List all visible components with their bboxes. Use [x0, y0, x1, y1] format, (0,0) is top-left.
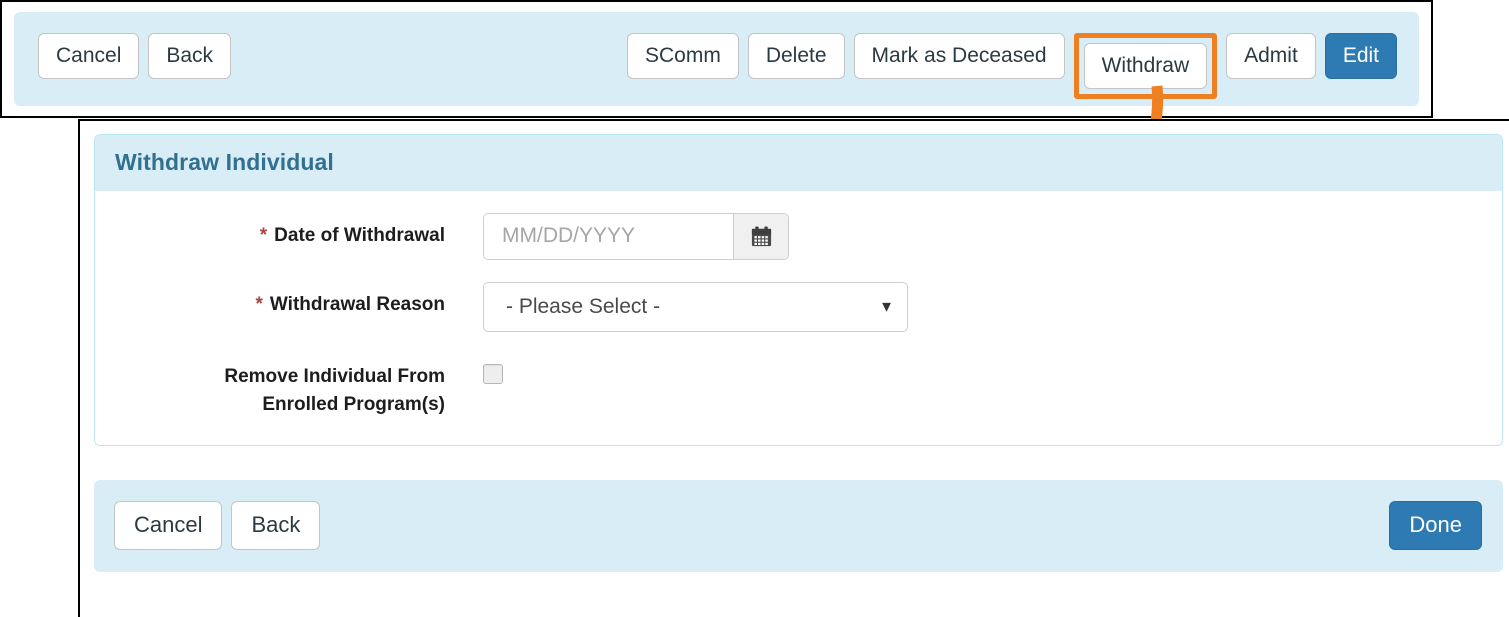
dialog-cancel-button[interactable]: Cancel: [114, 501, 223, 551]
cancel-button[interactable]: Cancel: [38, 33, 140, 79]
withdrawal-reason-select[interactable]: - Please Select -: [483, 282, 908, 333]
withdraw-individual-dialog: Withdraw Individual * Date of Withdrawal: [94, 134, 1503, 611]
withdrawal-reason-select-wrap: - Please Select - ▼: [483, 282, 908, 333]
back-button[interactable]: Back: [148, 33, 232, 79]
withdraw-button[interactable]: Withdraw: [1083, 43, 1208, 89]
toolbar-screenshot-frame: Cancel Back SComm Delete Mark as Decease…: [0, 0, 1433, 118]
scomm-button[interactable]: SComm: [626, 33, 739, 79]
withdrawal-reason-label: * Withdrawal Reason: [115, 282, 446, 319]
date-of-withdrawal-label-text: Date of Withdrawal: [274, 225, 445, 246]
dialog-done-button[interactable]: Done: [1389, 501, 1482, 551]
dialog-screenshot-frame: Withdraw Individual * Date of Withdrawal: [78, 119, 1509, 617]
dialog-back-button[interactable]: Back: [231, 501, 321, 551]
dialog-footer-left-group: Cancel Back: [114, 501, 321, 551]
date-of-withdrawal-input[interactable]: [484, 214, 733, 259]
remove-from-programs-label: Remove Individual From Enrolled Program(…: [115, 354, 445, 419]
withdrawal-reason-field: - Please Select - ▼: [445, 282, 908, 333]
dialog-form-body: * Date of Withdrawal MM/DD/YYYY * Withdr…: [95, 191, 1502, 446]
toolbar-left-group: Cancel Back: [38, 33, 232, 79]
form-row-date-of-withdrawal: * Date of Withdrawal: [115, 213, 1482, 260]
edit-button[interactable]: Edit: [1324, 33, 1397, 79]
delete-button[interactable]: Delete: [747, 33, 845, 79]
toolbar-right-group: SComm Delete Mark as Deceased Withdraw A…: [626, 33, 1397, 99]
withdraw-button-highlight: Withdraw: [1073, 33, 1218, 99]
action-toolbar: Cancel Back SComm Delete Mark as Decease…: [14, 12, 1419, 106]
form-row-remove-from-programs: Remove Individual From Enrolled Program(…: [115, 354, 1482, 419]
dialog-title: Withdraw Individual: [115, 149, 334, 175]
admit-button[interactable]: Admit: [1226, 33, 1316, 79]
withdraw-form-panel: Withdraw Individual * Date of Withdrawal: [94, 134, 1503, 447]
date-of-withdrawal-label: * Date of Withdrawal: [115, 213, 445, 250]
remove-from-programs-label-line1: Remove Individual From: [224, 366, 445, 388]
dialog-footer-right-group: Done: [1389, 501, 1482, 551]
remove-from-programs-label-line2: Enrolled Program(s): [262, 394, 445, 416]
withdrawal-reason-label-text: Withdrawal Reason: [269, 294, 445, 315]
remove-from-programs-checkbox[interactable]: [483, 364, 503, 385]
date-of-withdrawal-field: [445, 213, 789, 260]
form-row-withdrawal-reason: * Withdrawal Reason - Please Select - ▼: [115, 282, 1482, 333]
calendar-picker-button[interactable]: [733, 214, 788, 259]
dialog-footer-bar: Cancel Back Done: [94, 480, 1503, 573]
required-marker-date: *: [259, 225, 268, 246]
dialog-header: Withdraw Individual: [95, 135, 1502, 191]
required-marker-reason: *: [255, 294, 263, 315]
remove-from-programs-field: [445, 354, 503, 385]
mark-as-deceased-button[interactable]: Mark as Deceased: [853, 33, 1065, 79]
calendar-icon: [751, 226, 771, 247]
date-input-group: [483, 213, 789, 260]
